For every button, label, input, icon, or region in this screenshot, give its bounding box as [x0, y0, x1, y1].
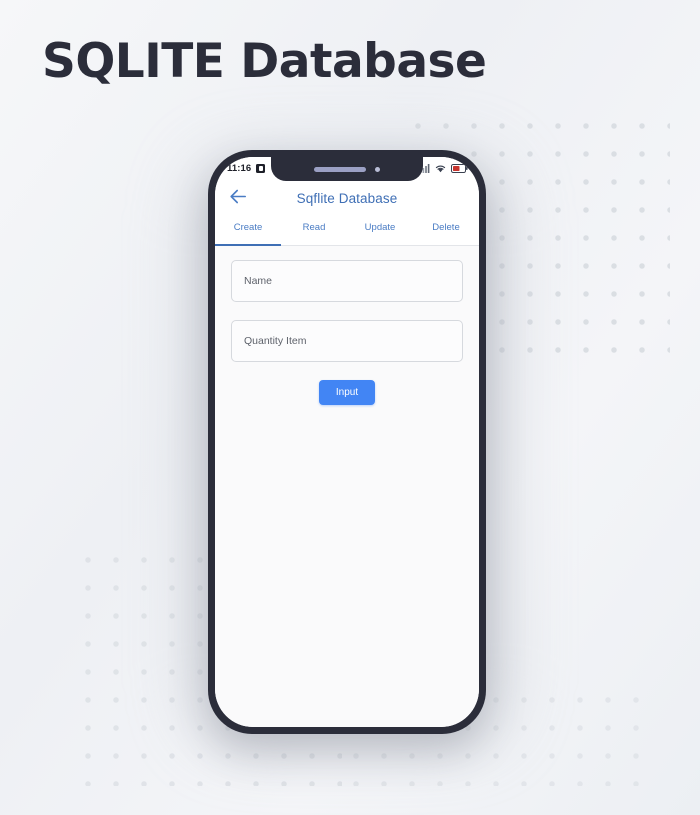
quantity-field-placeholder: Quantity Item	[244, 335, 307, 347]
create-tab-panel: Name Quantity Item Input	[215, 246, 479, 727]
phone-mockup: 11:16 Sqflite Database Create Read Updat…	[208, 150, 486, 734]
back-arrow-icon	[229, 189, 247, 209]
tab-read[interactable]: Read	[281, 217, 347, 245]
submit-row: Input	[231, 380, 463, 405]
status-bar-left: 11:16	[227, 163, 266, 174]
status-bar-clock: 11:16	[227, 163, 252, 174]
phone-notch	[271, 157, 423, 181]
name-field-placeholder: Name	[244, 275, 273, 287]
front-camera-icon	[375, 166, 380, 172]
wifi-icon	[435, 164, 446, 173]
phone-screen: 11:16 Sqflite Database Create Read Updat…	[215, 157, 479, 727]
page-title: SQLITE Database	[42, 34, 487, 89]
battery-low-icon	[451, 164, 468, 173]
quantity-field[interactable]: Quantity Item	[231, 320, 463, 362]
name-field[interactable]: Name	[231, 260, 463, 302]
app-bar: Sqflite Database	[215, 180, 479, 217]
app-bar-title: Sqflite Database	[296, 191, 398, 206]
tab-delete[interactable]: Delete	[413, 217, 479, 245]
tab-update[interactable]: Update	[347, 217, 413, 245]
tab-create[interactable]: Create	[215, 217, 281, 246]
tab-bar: Create Read Update Delete	[215, 217, 479, 246]
earpiece-speaker-icon	[314, 166, 366, 172]
status-bar-right	[420, 164, 468, 173]
back-button[interactable]	[227, 188, 249, 210]
input-button[interactable]: Input	[318, 380, 376, 405]
poster-canvas: SQLITE Database 11:16 Sqflite Database C…	[0, 0, 700, 815]
screenshot-icon	[256, 164, 266, 173]
